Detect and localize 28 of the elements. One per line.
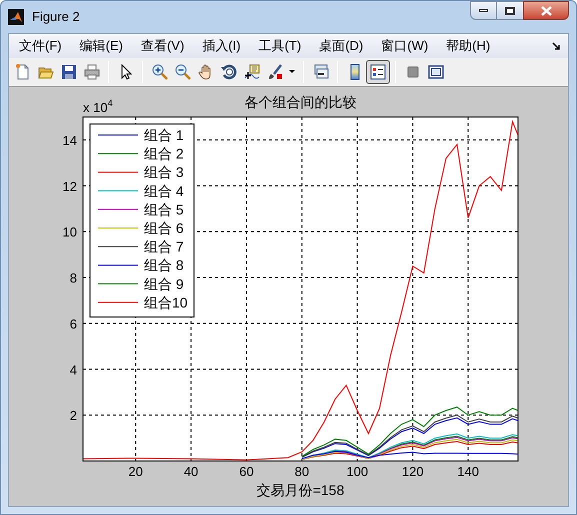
chart-title: 各个组合间的比较 (244, 94, 356, 110)
legend-label: 组合 4 (144, 182, 184, 199)
legend-label: 组合 3 (144, 164, 184, 180)
y-tick-label: 8 (70, 270, 77, 286)
legend-label: 组合 7 (144, 238, 184, 255)
y-tick-label: 6 (70, 316, 77, 332)
x-tick-label: 120 (402, 464, 424, 479)
legend-label: 组合 8 (144, 257, 184, 274)
x-tick-label: 60 (239, 464, 254, 479)
x-tick-label: 80 (294, 464, 310, 479)
legend-label: 组合 6 (144, 220, 184, 236)
x-tick-label: 100 (346, 464, 368, 479)
legend-label: 组合 5 (144, 201, 184, 218)
window-title: Figure 2 (32, 8, 80, 26)
y-tick-label: 14 (62, 132, 77, 148)
x-tick-label: 40 (184, 464, 198, 479)
x-axis-label: 交易月份=158 (256, 482, 344, 498)
x-tick-label: 140 (457, 464, 479, 479)
y-tick-label: 2 (70, 408, 77, 424)
y-tick-label: 12 (62, 178, 77, 194)
y-tick-label: 4 (70, 362, 77, 378)
legend-label: 组合 1 (144, 127, 184, 143)
axis-exponent: x 10$^{4}$ (83, 98, 113, 115)
legend-label: 组合10 (144, 294, 188, 310)
legend-label: 组合 2 (144, 146, 184, 162)
y-tick-label: 10 (62, 224, 77, 240)
legend-label: 组合 9 (144, 276, 184, 292)
x-tick-label: 20 (128, 464, 143, 479)
